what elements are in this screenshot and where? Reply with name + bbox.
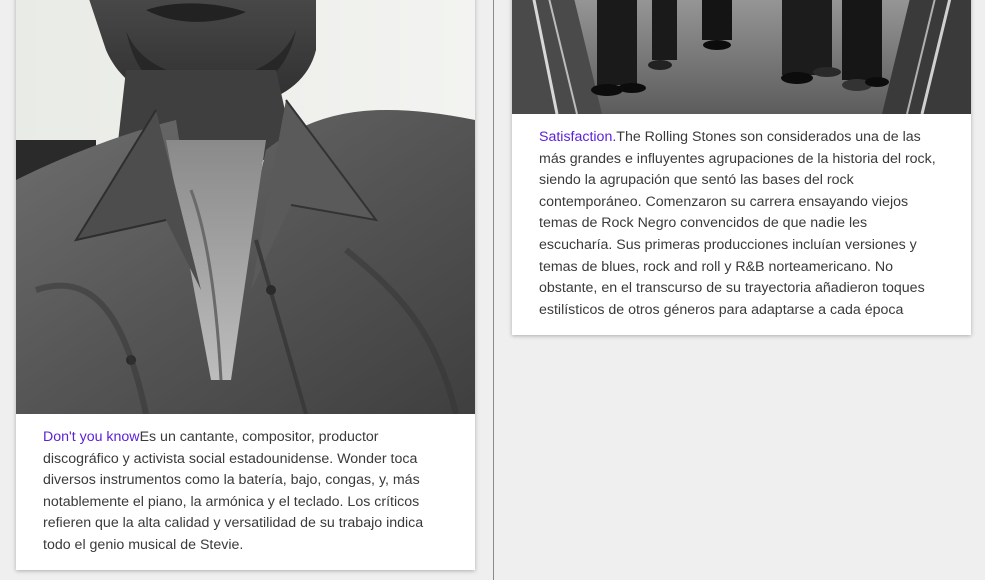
song-link-dont-you-know[interactable]: Don't you know: [43, 429, 140, 445]
artist-card-stevie-wonder: Don't you knowEs un cantante, compositor…: [16, 0, 475, 570]
music-cards-page: Don't you knowEs un cantante, compositor…: [0, 0, 985, 580]
column-divider: [493, 0, 494, 580]
artist-photo: [16, 0, 475, 414]
artist-card-rolling-stones: Satisfaction.The Rolling Stones son cons…: [512, 0, 971, 335]
artist-photo: [512, 0, 971, 114]
artist-description-text: The Rolling Stones son considerados una …: [539, 129, 936, 318]
song-link-satisfaction[interactable]: Satisfaction.: [539, 129, 616, 145]
artist-description: Don't you knowEs un cantante, compositor…: [43, 427, 448, 557]
artist-description-text: Es un cantante, compositor, productor di…: [43, 429, 424, 553]
artist-description: Satisfaction.The Rolling Stones son cons…: [539, 127, 944, 321]
